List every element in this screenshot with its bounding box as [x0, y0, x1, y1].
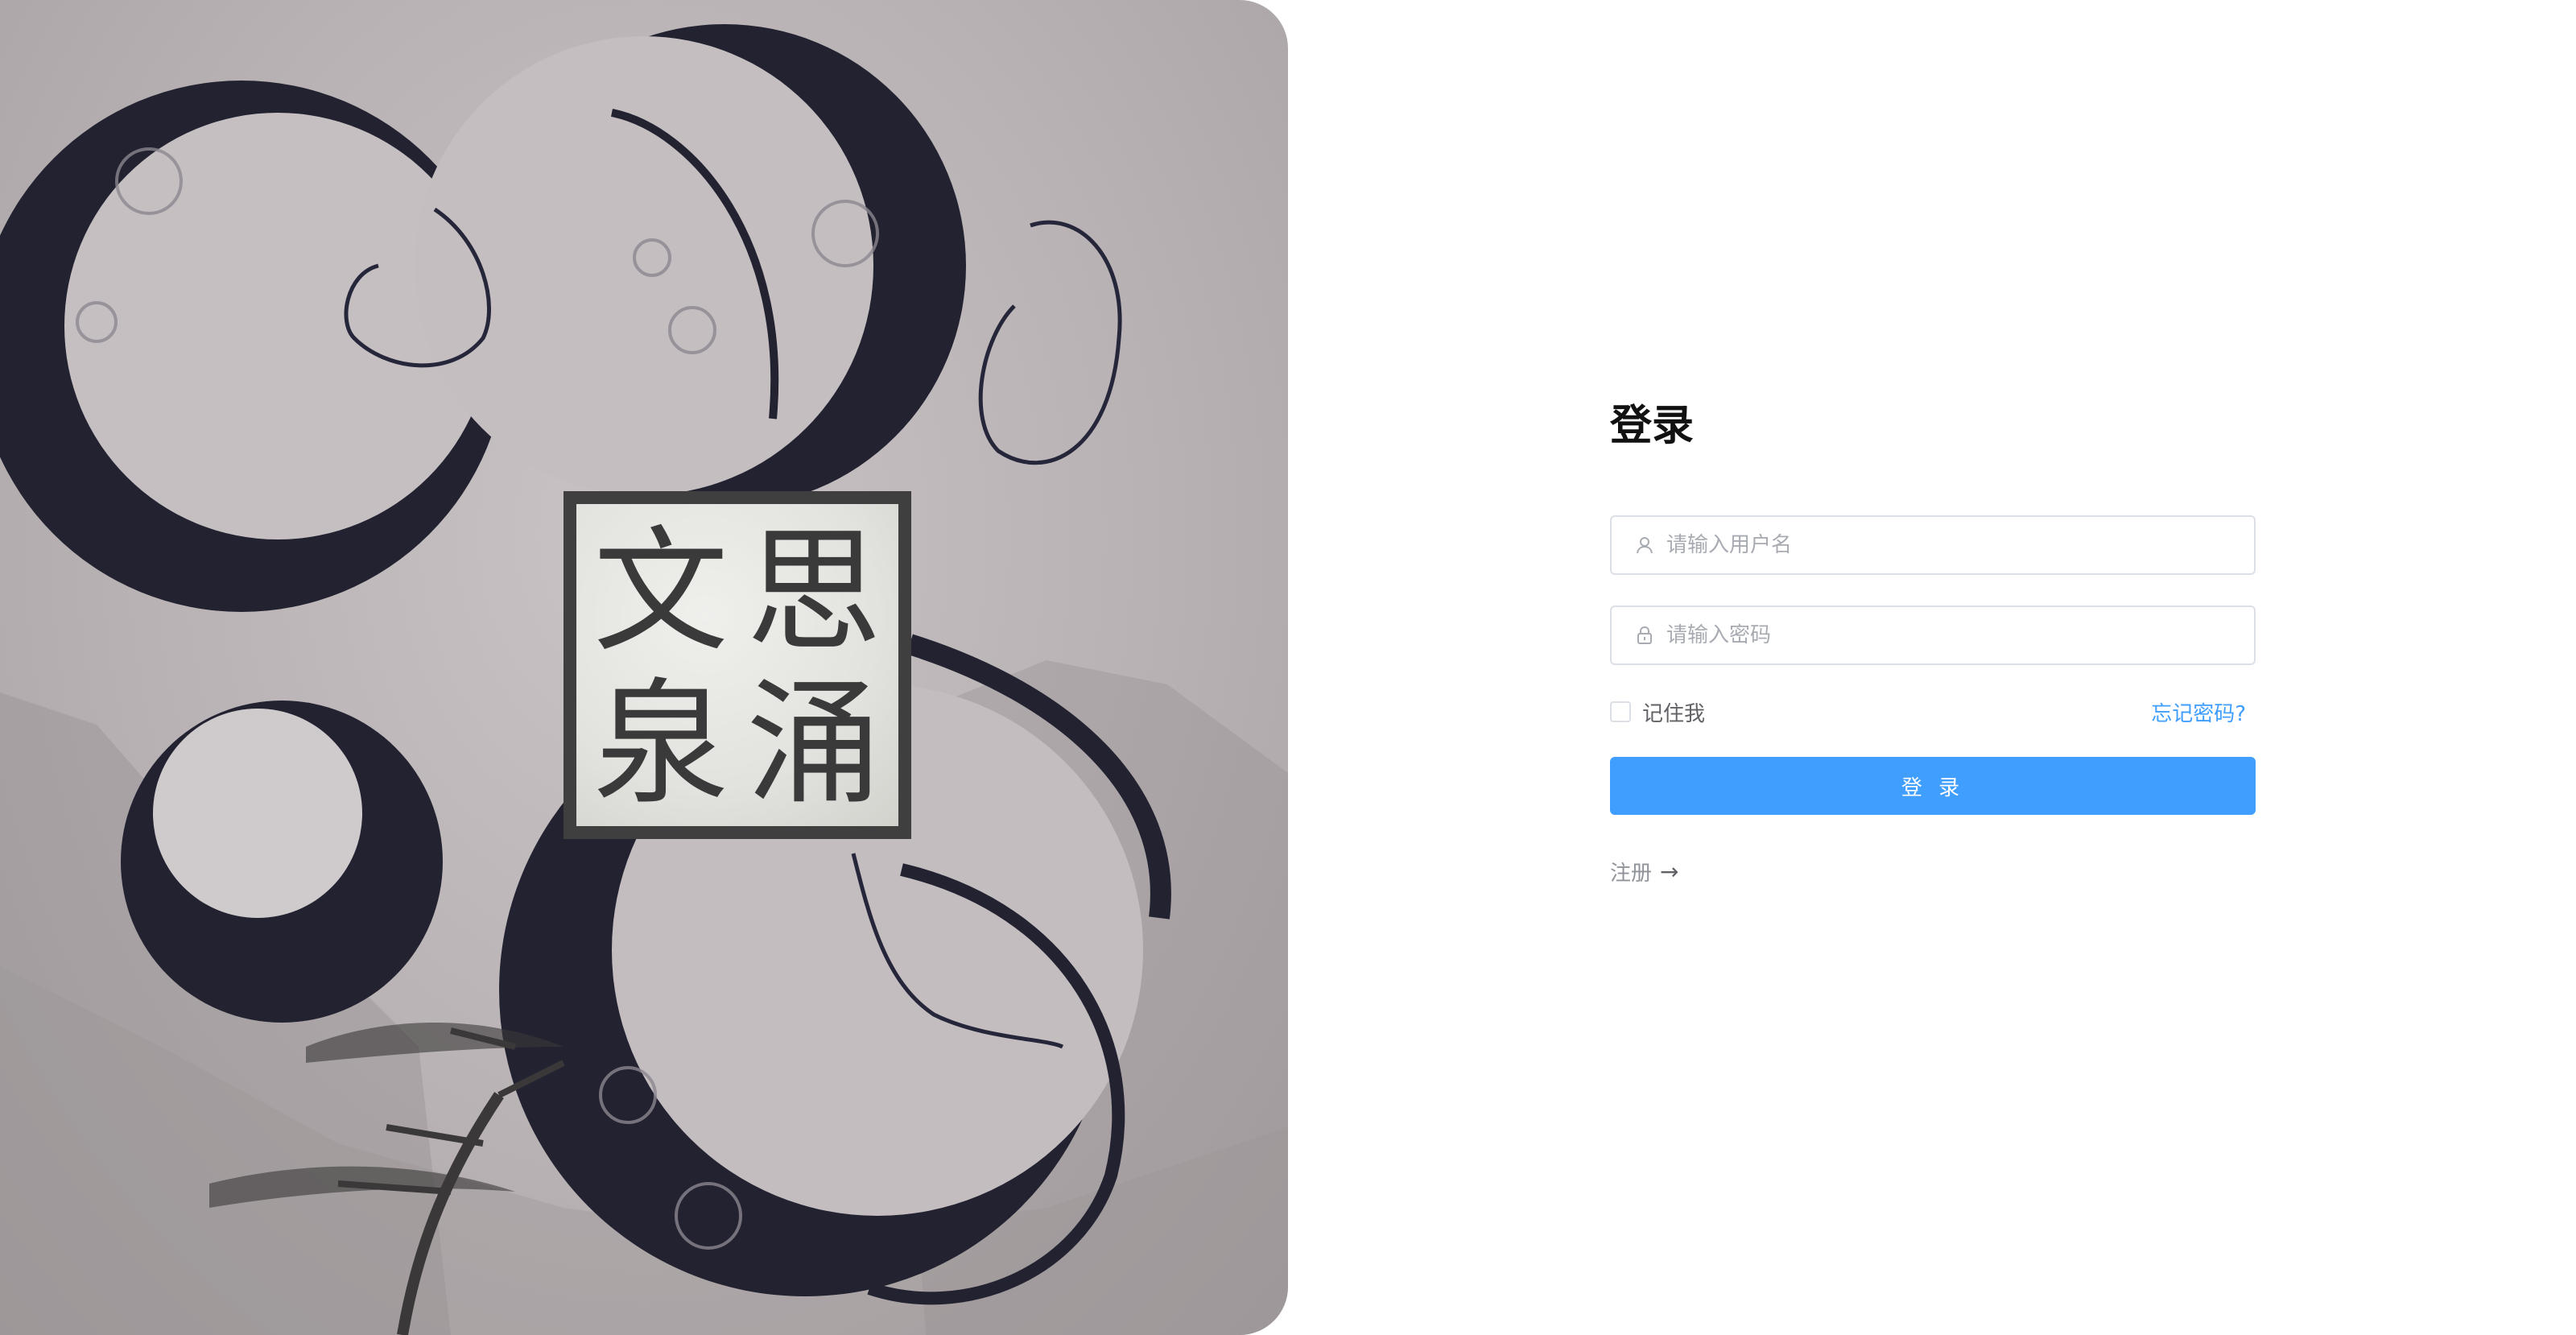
- logo-char: 泉: [593, 664, 729, 823]
- register-link[interactable]: 注册 →: [1610, 857, 1678, 887]
- user-icon: [1634, 535, 1655, 556]
- login-page: 文 思 泉 涌 登录 请输入用户名 记住我 忘记密码? 登 录 注册 →: [0, 0, 2576, 1335]
- remember-me[interactable]: 记住我: [1610, 697, 1705, 727]
- arrow-right-icon: →: [1660, 858, 1679, 885]
- logo-seal-inner: 文 思 泉 涌: [576, 504, 898, 826]
- login-form: 登录 记住我: [1610, 398, 2256, 887]
- username-field[interactable]: [1610, 515, 2256, 575]
- lock-icon: [1634, 625, 1655, 646]
- login-button[interactable]: 登 录: [1610, 757, 2256, 815]
- remember-me-label: 记住我: [1642, 701, 1706, 726]
- username-input[interactable]: [1666, 521, 2230, 569]
- logo-char: 文: [593, 512, 729, 671]
- login-options-row: 记住我 忘记密码?: [1610, 696, 2256, 728]
- logo-seal: 文 思 泉 涌: [564, 491, 911, 839]
- register-label: 注册: [1610, 862, 1653, 886]
- login-title: 登录: [1610, 402, 1695, 450]
- logo-char: 涌: [746, 664, 881, 823]
- remember-me-checkbox[interactable]: [1610, 701, 1631, 722]
- logo-char: 思: [746, 512, 881, 671]
- password-input[interactable]: [1666, 611, 2230, 659]
- forgot-password-link[interactable]: 忘记密码?: [2151, 697, 2246, 727]
- password-field[interactable]: [1610, 606, 2256, 665]
- artwork-panel: 文 思 泉 涌: [0, 0, 1288, 1335]
